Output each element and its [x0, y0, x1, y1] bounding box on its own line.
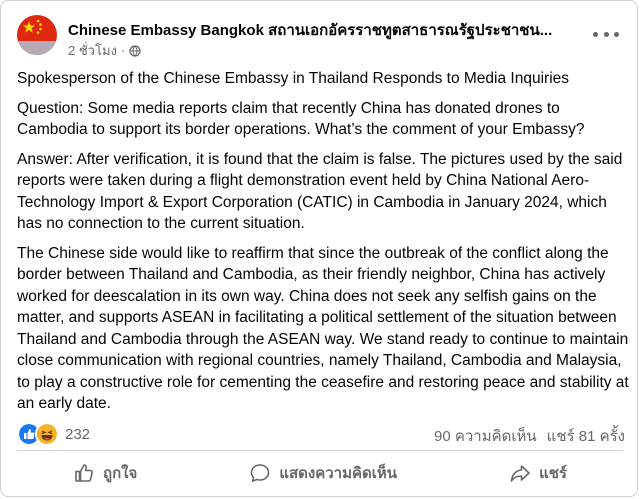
- thumbs-up-icon: [75, 464, 93, 482]
- share-label: แชร์: [539, 465, 567, 482]
- comment-icon: [251, 464, 270, 482]
- divider: [17, 450, 623, 451]
- share-button[interactable]: แชร์: [499, 455, 577, 491]
- haha-reaction-icon: [35, 422, 59, 446]
- page-name[interactable]: Chinese Embassy Bangkok สถานเอกอัครราชทู…: [68, 18, 588, 42]
- post-stats: 232 90 ความคิดเห็น แชร์ 81 ครั้ง: [17, 422, 625, 446]
- post-card: Chinese Embassy Bangkok สถานเอกอัครราชทู…: [0, 0, 638, 497]
- comment-label: แสดงความคิดเห็น: [279, 465, 398, 482]
- action-bar: ถูกใจ แสดงความคิดเห็น แชร์: [17, 453, 623, 493]
- separator-dot: ·: [120, 43, 126, 58]
- china-flag-icon: [17, 15, 57, 55]
- comment-button[interactable]: แสดงความคิดเห็น: [239, 455, 407, 491]
- share-count[interactable]: แชร์ 81 ครั้ง: [547, 424, 625, 448]
- like-button[interactable]: ถูกใจ: [63, 455, 147, 491]
- post-paragraph: Answer: After verification, it is found …: [17, 150, 623, 233]
- more-options-icon[interactable]: [593, 27, 619, 41]
- like-label: ถูกใจ: [103, 465, 138, 482]
- page-avatar[interactable]: [17, 15, 57, 55]
- reaction-count: 232: [65, 425, 91, 443]
- post-time[interactable]: 2 ชั่วโมง: [68, 40, 117, 61]
- post-body: Spokesperson of the Chinese Embassy in T…: [17, 68, 631, 423]
- post-paragraph: The Chinese side would like to reaffirm …: [17, 244, 629, 413]
- comment-count[interactable]: 90 ความคิดเห็น: [434, 424, 537, 448]
- post-paragraph: Question: Some media reports claim that …: [17, 99, 585, 139]
- reactions-summary[interactable]: 232: [17, 422, 90, 446]
- post-meta: 2 ชั่วโมง ·: [68, 40, 141, 61]
- stats-right: 90 ความคิดเห็น แชร์ 81 ครั้ง: [434, 424, 625, 448]
- post-paragraph: Spokesperson of the Chinese Embassy in T…: [17, 70, 570, 87]
- globe-icon: [129, 44, 141, 57]
- share-arrow-icon: [510, 465, 530, 482]
